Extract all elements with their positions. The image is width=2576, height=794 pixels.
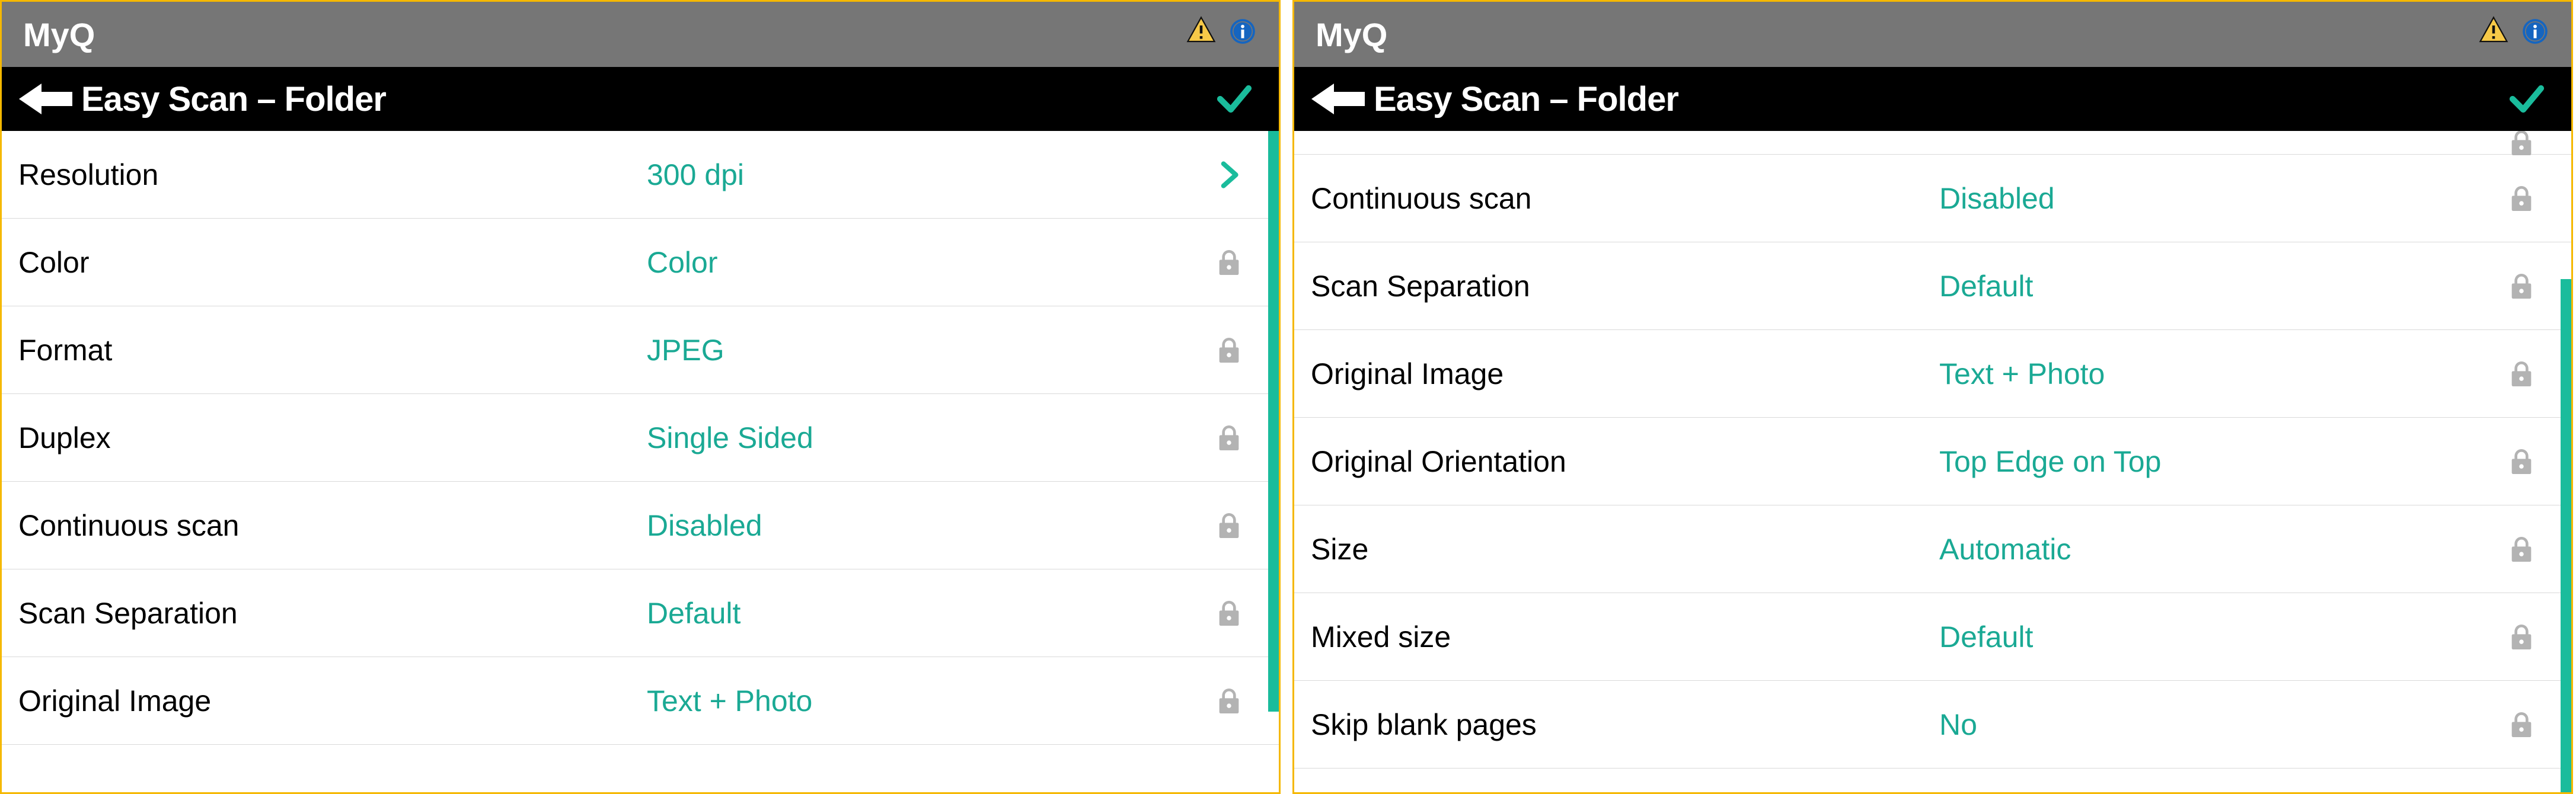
- setting-value: Single Sided: [647, 421, 1205, 455]
- setting-value: Default: [647, 596, 1205, 630]
- setting-row-skip-blank-pages: Skip blank pagesNo: [1294, 681, 2571, 769]
- back-button[interactable]: [1308, 75, 1368, 123]
- panel-left: MyQ Easy Scan – Folder Resolution300 dpi…: [0, 0, 1281, 794]
- setting-row-resolution[interactable]: Resolution300 dpi: [2, 131, 1279, 219]
- settings-list-left[interactable]: Resolution300 dpiColorColorFormatJPEGDup…: [2, 131, 1279, 792]
- setting-name: Duplex: [18, 421, 647, 455]
- lock-icon: [1205, 246, 1253, 279]
- app-title: MyQ: [1316, 15, 2478, 54]
- setting-name: Continuous scan: [1311, 181, 1939, 216]
- setting-value: No: [1939, 707, 2498, 742]
- setting-row-scan-separation: Scan SeparationDefault: [2, 569, 1279, 657]
- warning-icon[interactable]: [1185, 15, 1217, 55]
- lock-icon: [1205, 597, 1253, 630]
- lock-icon: [2498, 620, 2545, 654]
- setting-name: Mixed size: [1311, 620, 1939, 654]
- panel-right: MyQ Easy Scan – Folder Continuous scanDi…: [1292, 0, 2573, 794]
- setting-row-size: SizeAutomatic: [1294, 505, 2571, 593]
- setting-name: Original Orientation: [1311, 444, 1939, 479]
- screen-title: Easy Scan – Folder: [1374, 79, 2500, 119]
- setting-row-duplex: DuplexSingle Sided: [2, 394, 1279, 482]
- setting-row-mixed-size: Mixed sizeDefault: [1294, 593, 2571, 681]
- setting-row-format: FormatJPEG: [2, 306, 1279, 394]
- setting-row-original-image: Original ImageText + Photo: [1294, 330, 2571, 418]
- setting-name: Format: [18, 333, 647, 367]
- confirm-button[interactable]: [2500, 75, 2553, 123]
- chevron-right-icon[interactable]: [1205, 158, 1253, 191]
- lock-icon: [2498, 270, 2545, 303]
- setting-name: Scan Separation: [1311, 269, 1939, 303]
- topbar: MyQ: [1294, 2, 2571, 67]
- topbar: MyQ: [2, 2, 1279, 67]
- setting-name: Skip blank pages: [1311, 707, 1939, 742]
- setting-row-scan-separation: Scan SeparationDefault: [1294, 242, 2571, 330]
- setting-name: Resolution: [18, 158, 647, 192]
- screen-header: Easy Scan – Folder: [1294, 67, 2571, 131]
- confirm-button[interactable]: [1208, 75, 1261, 123]
- screen-title: Easy Scan – Folder: [81, 79, 1208, 119]
- setting-name: Scan Separation: [18, 596, 647, 630]
- lock-icon: [2498, 445, 2545, 478]
- app-title: MyQ: [23, 15, 1185, 54]
- setting-row-continuous-scan: Continuous scanDisabled: [1294, 155, 2571, 242]
- lock-icon: [1205, 334, 1253, 367]
- setting-value: Top Edge on Top: [1939, 444, 2498, 479]
- setting-value: Disabled: [647, 508, 1205, 543]
- setting-value: JPEG: [647, 333, 1205, 367]
- scrollbar[interactable]: [1268, 131, 1279, 712]
- lock-icon: [1205, 509, 1253, 542]
- back-button[interactable]: [16, 75, 75, 123]
- screen-header: Easy Scan – Folder: [2, 67, 1279, 131]
- setting-value: Disabled: [1939, 181, 2498, 216]
- setting-row-original-orientation: Original OrientationTop Edge on Top: [1294, 418, 2571, 505]
- warning-icon[interactable]: [2478, 15, 2510, 55]
- setting-value: Automatic: [1939, 532, 2498, 566]
- setting-name: Original Image: [18, 684, 647, 718]
- setting-row-color: ColorColor: [2, 219, 1279, 306]
- setting-name: Original Image: [1311, 357, 1939, 391]
- lock-icon: [2498, 131, 2545, 159]
- lock-icon: [2498, 708, 2545, 741]
- setting-value: Color: [647, 245, 1205, 280]
- info-icon[interactable]: [1228, 15, 1257, 54]
- setting-row-original-image: Original ImageText + Photo: [2, 657, 1279, 745]
- setting-name: Continuous scan: [18, 508, 647, 543]
- setting-value: Text + Photo: [1939, 357, 2498, 391]
- lock-icon: [1205, 421, 1253, 454]
- settings-list-right[interactable]: Continuous scanDisabledScan SeparationDe…: [1294, 131, 2571, 792]
- setting-row-partial: [1294, 131, 2571, 155]
- setting-value: Default: [1939, 269, 2498, 303]
- lock-icon: [2498, 357, 2545, 390]
- setting-name: Color: [18, 245, 647, 280]
- setting-value: 300 dpi: [647, 158, 1205, 192]
- lock-icon: [2498, 182, 2545, 215]
- setting-value: Text + Photo: [647, 684, 1205, 718]
- setting-value: Default: [1939, 620, 2498, 654]
- info-icon[interactable]: [2520, 15, 2550, 54]
- setting-row-continuous-scan: Continuous scanDisabled: [2, 482, 1279, 569]
- lock-icon: [2498, 533, 2545, 566]
- setting-name: Size: [1311, 532, 1939, 566]
- lock-icon: [1205, 684, 1253, 718]
- scrollbar[interactable]: [2561, 279, 2571, 792]
